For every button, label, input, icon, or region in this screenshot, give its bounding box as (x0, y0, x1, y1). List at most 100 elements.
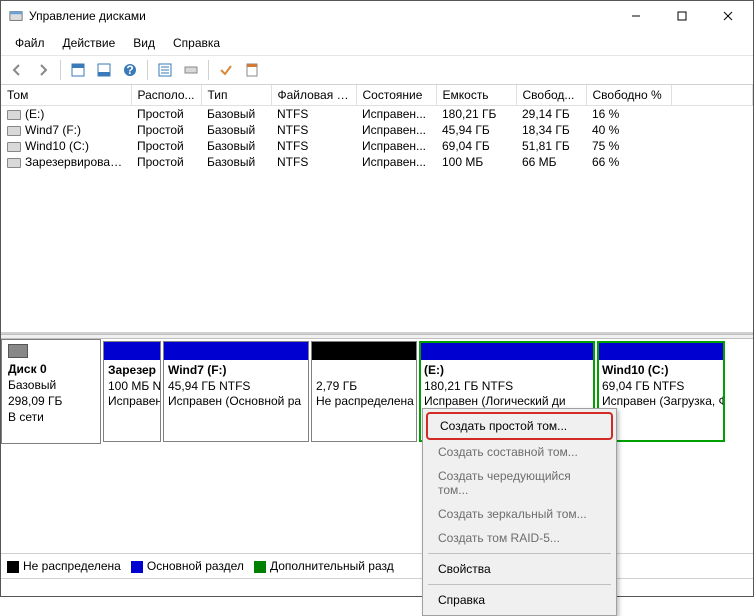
partition-size: 69,04 ГБ NTFS (602, 379, 684, 393)
forward-button[interactable] (31, 59, 55, 81)
partition[interactable]: 2,79 ГБНе распределена (311, 341, 417, 442)
col-type[interactable]: Тип (201, 85, 271, 106)
cell-capacity: 180,21 ГБ (436, 106, 516, 123)
cell-freepct: 66 % (586, 154, 671, 170)
volume-table: Том Располо... Тип Файловая с... Состоян… (1, 85, 753, 170)
window: Управление дисками Файл Действие Вид Спр… (0, 0, 754, 597)
disk-size: 298,09 ГБ (8, 394, 94, 408)
legend-unalloc: Не распределена (7, 559, 121, 573)
ctx-new-spanned-volume[interactable]: Создать составной том... (426, 440, 613, 464)
help-icon[interactable]: ? (118, 59, 142, 81)
col-spacer (671, 85, 753, 106)
partition-size: 45,94 ГБ NTFS (168, 379, 250, 393)
partition[interactable]: Wind7 (F:)45,94 ГБ NTFSИсправен (Основно… (163, 341, 309, 442)
disk-status: В сети (8, 410, 94, 424)
cell-free: 18,34 ГБ (516, 122, 586, 138)
menu-file[interactable]: Файл (7, 33, 53, 53)
menu-view[interactable]: Вид (125, 33, 163, 53)
ctx-new-raid5-volume[interactable]: Создать том RAID-5... (426, 526, 613, 550)
cell-state: Исправен... (356, 154, 436, 170)
cell-fs: NTFS (271, 154, 356, 170)
swatch-extended-icon (254, 561, 266, 573)
volume-icon (7, 158, 21, 168)
ctx-new-mirror-volume[interactable]: Создать зеркальный том... (426, 502, 613, 526)
cell-layout: Простой (131, 106, 201, 123)
ctx-new-simple-volume[interactable]: Создать простой том... (426, 412, 613, 440)
col-freepct[interactable]: Свободно % (586, 85, 671, 106)
partition-title: (E:) (424, 363, 444, 377)
menu-action[interactable]: Действие (55, 33, 124, 53)
partition-body: Wind7 (F:)45,94 ГБ NTFSИсправен (Основно… (164, 360, 308, 413)
partition-status: Не распределена (316, 394, 414, 408)
disk-header[interactable]: Диск 0 Базовый 298,09 ГБ В сети (1, 339, 101, 444)
partition-color-bar (312, 342, 416, 360)
col-state[interactable]: Состояние (356, 85, 436, 106)
cell-type: Базовый (201, 106, 271, 123)
menu-help[interactable]: Справка (165, 33, 228, 53)
table-row[interactable]: Wind10 (C:)ПростойБазовыйNTFSИсправен...… (1, 138, 753, 154)
cell-fs: NTFS (271, 106, 356, 123)
toolbar-separator (60, 60, 61, 80)
ctx-new-striped-volume[interactable]: Создать чередующийся том... (426, 464, 613, 502)
ctx-help[interactable]: Справка (426, 588, 613, 612)
ctx-properties[interactable]: Свойства (426, 557, 613, 581)
partition-body: Wind10 (C:)69,04 ГБ NTFSИсправен (Загруз… (598, 360, 724, 413)
partition-title: Wind10 (C:) (602, 363, 669, 377)
cell-freepct: 16 % (586, 106, 671, 123)
properties-icon[interactable] (240, 59, 264, 81)
volume-list[interactable]: Том Располо... Тип Файловая с... Состоян… (1, 85, 753, 334)
col-fs[interactable]: Файловая с... (271, 85, 356, 106)
cell-fs: NTFS (271, 122, 356, 138)
cell-free: 66 МБ (516, 154, 586, 170)
partition-status: Исправен (Логический ди (424, 394, 566, 408)
cell-layout: Простой (131, 122, 201, 138)
minimize-button[interactable] (613, 1, 659, 31)
table-row[interactable]: Зарезервировано...ПростойБазовыйNTFSИспр… (1, 154, 753, 170)
view-top-icon[interactable] (66, 59, 90, 81)
cell-type: Базовый (201, 154, 271, 170)
cell-state: Исправен... (356, 138, 436, 154)
toolbar-separator (147, 60, 148, 80)
volume-icon (7, 110, 21, 120)
partition-body: 2,79 ГБНе распределена (312, 360, 416, 413)
disk-type: Базовый (8, 378, 94, 392)
volume-icon (7, 126, 21, 136)
partition-body: Зарезер100 МБ NИсправен (104, 360, 160, 413)
disk-name: Диск 0 (8, 362, 94, 376)
settings-list-icon[interactable] (153, 59, 177, 81)
cell-volume: Зарезервировано... (1, 154, 131, 170)
maximize-button[interactable] (659, 1, 705, 31)
settings-disk-icon[interactable] (179, 59, 203, 81)
partition-color-bar (420, 342, 594, 360)
close-button[interactable] (705, 1, 751, 31)
col-free[interactable]: Свобод... (516, 85, 586, 106)
view-bottom-icon[interactable] (92, 59, 116, 81)
col-layout[interactable]: Располо... (131, 85, 201, 106)
check-icon[interactable] (214, 59, 238, 81)
back-button[interactable] (5, 59, 29, 81)
partition[interactable]: Зарезер100 МБ NИсправен (103, 341, 161, 442)
partition-title: Wind7 (F:) (168, 363, 227, 377)
table-row[interactable]: Wind7 (F:)ПростойБазовыйNTFSИсправен...4… (1, 122, 753, 138)
window-title: Управление дисками (29, 9, 613, 23)
legend-primary: Основной раздел (131, 559, 244, 573)
legend: Не распределена Основной раздел Дополнит… (1, 553, 753, 578)
cell-volume: Wind7 (F:) (1, 122, 131, 138)
volume-icon (7, 142, 21, 152)
col-volume[interactable]: Том (1, 85, 131, 106)
table-row[interactable]: (E:)ПростойБазовыйNTFSИсправен...180,21 … (1, 106, 753, 123)
context-menu: Создать простой том... Создать составной… (422, 408, 617, 616)
legend-extended: Дополнительный разд (254, 559, 394, 573)
col-capacity[interactable]: Емкость (436, 85, 516, 106)
cell-volume: Wind10 (C:) (1, 138, 131, 154)
swatch-primary-icon (131, 561, 143, 573)
toolbar: ? (1, 55, 753, 85)
svg-text:?: ? (126, 63, 133, 77)
cell-fs: NTFS (271, 138, 356, 154)
toolbar-separator (208, 60, 209, 80)
cell-layout: Простой (131, 138, 201, 154)
cell-capacity: 100 МБ (436, 154, 516, 170)
partition-status: Исправен (108, 394, 160, 408)
disk-row: Диск 0 Базовый 298,09 ГБ В сети Зарезер1… (1, 339, 753, 444)
table-header-row: Том Располо... Тип Файловая с... Состоян… (1, 85, 753, 106)
